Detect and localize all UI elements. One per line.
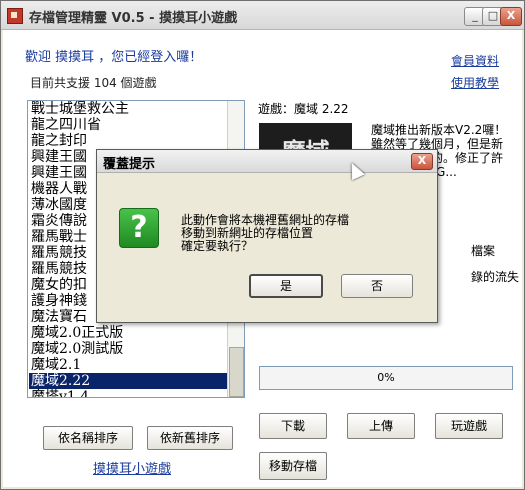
greeting-text: 歡迎 摸摸耳 ，您已經登入囉！ bbox=[25, 50, 203, 65]
description-tail-2: 錄的流失 bbox=[471, 270, 520, 284]
title-bar[interactable]: 存檔管理精靈 V0.5 - 摸摸耳小遊戲 _ □ X bbox=[1, 1, 524, 30]
list-item[interactable]: 魔法寶石 bbox=[31, 309, 87, 325]
scrollbar-thumb[interactable] bbox=[229, 347, 244, 397]
dialog-close-button[interactable]: X bbox=[411, 153, 433, 170]
list-item[interactable]: 魔域2.1 bbox=[31, 357, 81, 373]
list-item[interactable]: 興建王國 bbox=[31, 149, 87, 165]
list-item[interactable]: 薄冰國度 bbox=[31, 197, 87, 213]
dialog-title-bar[interactable]: 覆蓋提示 X bbox=[97, 150, 437, 173]
play-game-button[interactable]: 玩遊戲 bbox=[435, 413, 503, 439]
list-item[interactable]: 魔域2.0測試版 bbox=[31, 341, 123, 357]
list-item[interactable]: 魔女的扣 bbox=[31, 277, 87, 293]
sort-by-new-button[interactable]: 依新舊排序 bbox=[147, 426, 233, 450]
selected-game-label: 遊戲：魔域 2.22 bbox=[258, 102, 349, 116]
download-button[interactable]: 下載 bbox=[259, 413, 327, 439]
progress-label: 0% bbox=[377, 371, 395, 384]
list-item[interactable]: 機器人戰 bbox=[31, 181, 87, 197]
list-item[interactable]: 魔塔v1.4 bbox=[31, 389, 89, 397]
footer-link[interactable]: 摸摸耳小遊戲 bbox=[93, 458, 171, 477]
progress-bar: 0% bbox=[259, 366, 513, 390]
list-item[interactable]: 羅馬戰士 bbox=[31, 229, 87, 245]
app-icon bbox=[7, 8, 23, 24]
sort-by-name-button[interactable]: 依名稱排序 bbox=[43, 426, 133, 450]
dialog-title: 覆蓋提示 bbox=[103, 157, 156, 172]
help-link[interactable]: 使用教學 bbox=[451, 74, 499, 91]
no-button[interactable]: 否 bbox=[341, 274, 413, 298]
list-item[interactable]: 護身神錢 bbox=[31, 293, 87, 309]
list-item[interactable]: 龍之四川省 bbox=[31, 117, 101, 133]
upload-button[interactable]: 上傳 bbox=[347, 413, 415, 439]
support-count: 目前共支援 104 個遊戲 bbox=[30, 76, 157, 90]
list-item[interactable]: 羅馬競技 bbox=[31, 245, 87, 261]
move-save-button[interactable]: 移動存檔 bbox=[259, 452, 327, 480]
dialog-message-line: 確定要執行？ bbox=[181, 239, 254, 253]
window-title: 存檔管理精靈 V0.5 - 摸摸耳小遊戲 bbox=[29, 11, 238, 26]
question-icon: ? bbox=[119, 208, 159, 248]
yes-button[interactable]: 是 bbox=[249, 274, 323, 298]
description-tail-1: 檔案 bbox=[471, 244, 496, 258]
member-info-link[interactable]: 會員資料 bbox=[451, 52, 499, 69]
list-item-selected[interactable]: 魔域2.22 bbox=[29, 373, 227, 389]
list-item[interactable]: 戰士城堡救公主 bbox=[31, 101, 129, 117]
close-button[interactable]: X bbox=[500, 7, 522, 26]
overwrite-dialog: 覆蓋提示 X ? 此動作會將本機裡舊網址的存檔 移動到新網址的存檔位置 確定要執… bbox=[96, 149, 438, 323]
list-item[interactable]: 魔域2.0正式版 bbox=[31, 325, 123, 341]
dialog-message: 此動作會將本機裡舊網址的存檔 移動到新網址的存檔位置 確定要執行？ bbox=[181, 214, 349, 253]
list-item[interactable]: 龍之封印 bbox=[31, 133, 87, 149]
list-item[interactable]: 羅馬競技 bbox=[31, 261, 87, 277]
list-item[interactable]: 霜炎傳說 bbox=[31, 213, 87, 229]
list-item[interactable]: 興建王國 bbox=[31, 165, 87, 181]
